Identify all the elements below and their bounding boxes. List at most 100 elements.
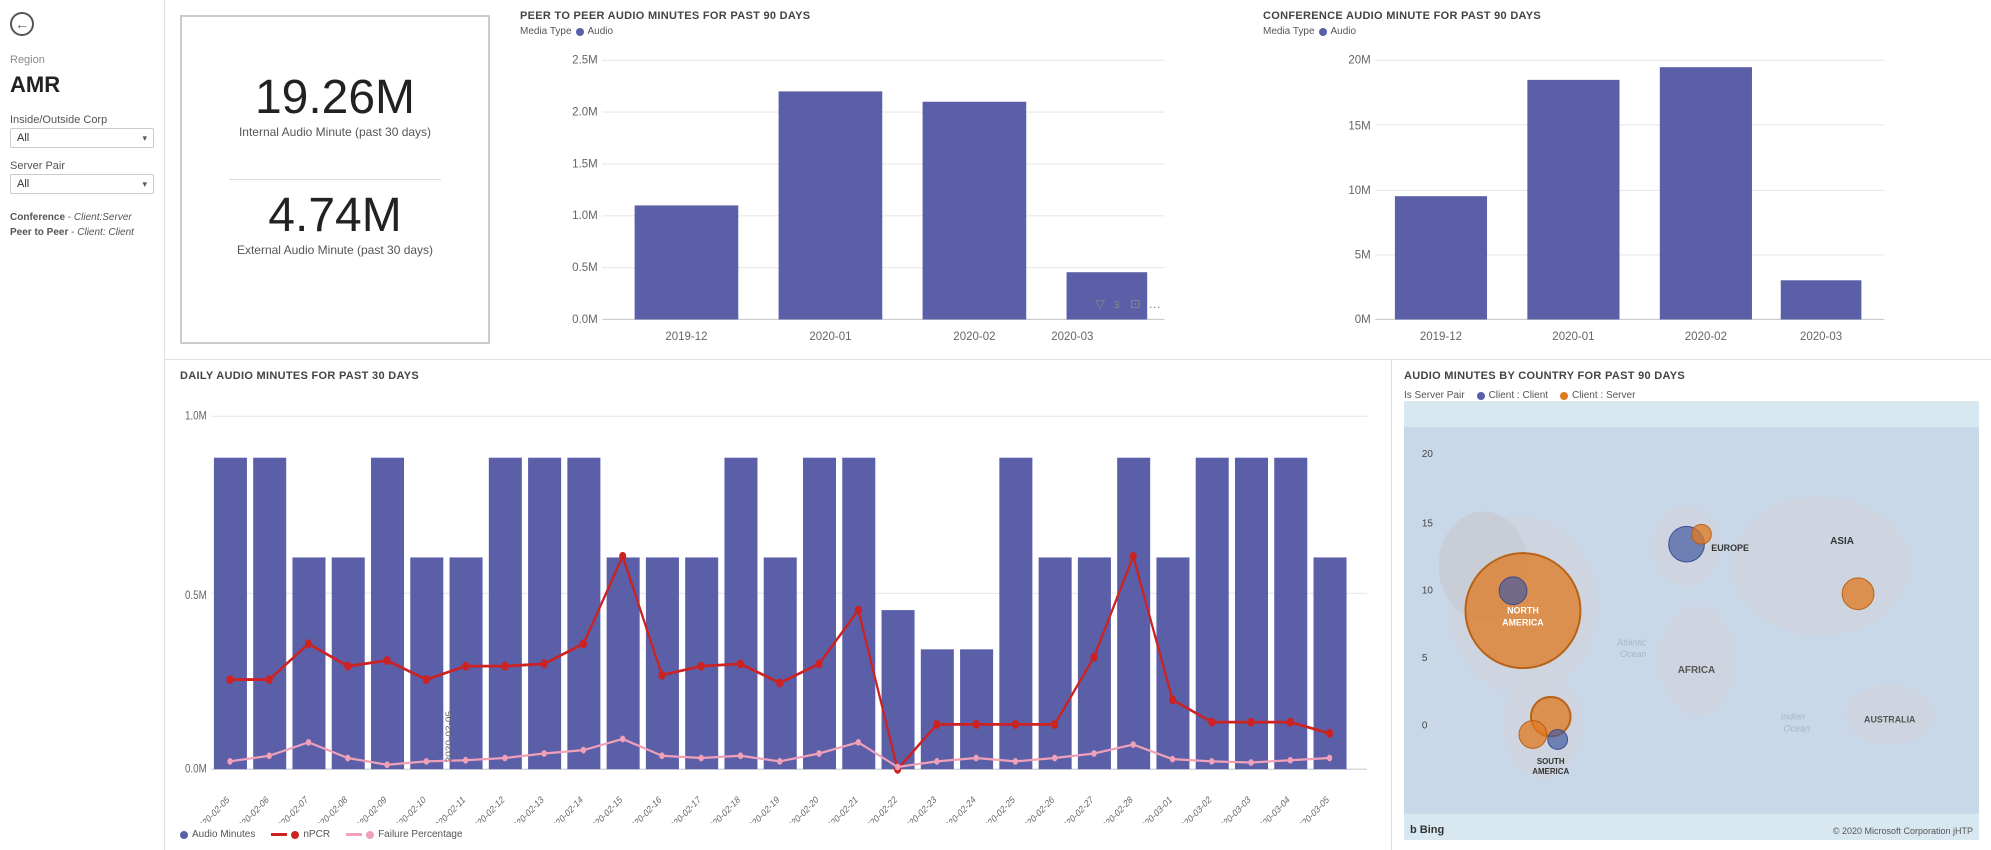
svg-text:AMERICA: AMERICA — [1502, 617, 1544, 627]
svg-text:2020-02-14: 2020-02-14 — [547, 794, 584, 823]
svg-text:0.0M: 0.0M — [572, 314, 598, 326]
svg-text:2020-03-01: 2020-03-01 — [1137, 794, 1174, 823]
conf-media-label: Media Type — [1263, 26, 1315, 37]
kpi-value2: 4.74M — [268, 190, 401, 243]
conference-chart-area: 20M 15M 10M 5M 0M 2019- — [1263, 43, 1976, 354]
daily-bar-9 — [528, 458, 561, 770]
daily-bar-14 — [724, 458, 757, 770]
map-title: AUDIO MINUTES BY COUNTRY FOR PAST 90 DAY… — [1404, 370, 1979, 382]
svg-text:2020-02-05: 2020-02-05 — [444, 711, 453, 763]
svg-text:2020-02-22: 2020-02-22 — [862, 794, 899, 823]
legend-failure-label: Failure Percentage — [378, 829, 463, 840]
bing-copyright: © 2020 Microsoft Corporation jHTP — [1833, 826, 1973, 836]
svg-text:2020-02-12: 2020-02-12 — [469, 794, 506, 823]
asia-bubble — [1842, 578, 1874, 610]
client-server-label: Client : Server — [1572, 390, 1635, 401]
svg-text:2019-12: 2019-12 — [665, 331, 707, 343]
daily-chart-area: 1.0M 0.5M 0.0M — [180, 386, 1376, 823]
daily-bar-15 — [764, 557, 797, 769]
south-america-blue — [1548, 730, 1568, 750]
npcr-dot-2 — [266, 675, 273, 684]
svg-text:2020-02-16: 2020-02-16 — [626, 794, 663, 823]
conf-bar-2020-02 — [1660, 67, 1752, 319]
svg-text:2020-02-08: 2020-02-08 — [312, 794, 349, 823]
peer-dot-icon — [576, 28, 584, 36]
svg-text:Indian: Indian — [1781, 712, 1805, 722]
npcr-dot-1 — [226, 675, 233, 684]
conference-chart-svg: 20M 15M 10M 5M 0M 2019- — [1263, 43, 1976, 354]
peer-media-value: Audio — [588, 26, 614, 37]
peertopeer-legend: Peer to Peer - Client: Client — [10, 225, 154, 240]
back-icon: ← — [10, 12, 34, 36]
kpi-divider — [229, 179, 442, 180]
kpi-label1: Internal Audio Minute (past 30 days) — [239, 125, 431, 139]
svg-text:0.5M: 0.5M — [185, 589, 207, 602]
daily-bar-10 — [567, 458, 600, 770]
client-server-legend: Client : Server — [1560, 390, 1635, 401]
svg-text:2020-03-05: 2020-03-05 — [1294, 794, 1331, 823]
svg-text:2020-02-11: 2020-02-11 — [430, 794, 467, 823]
svg-text:0: 0 — [1422, 721, 1428, 732]
svg-text:2020-02: 2020-02 — [1685, 331, 1727, 343]
svg-text:2020-02-05: 2020-02-05 — [194, 794, 231, 823]
svg-text:2020-02-25: 2020-02-25 — [979, 794, 1016, 823]
map-area: 20 15 10 5 0 — [1404, 401, 1979, 840]
bar-2020-01 — [779, 91, 883, 319]
peer-media-label: Media Type — [520, 26, 572, 37]
svg-text:NORTH: NORTH — [1507, 606, 1539, 616]
failure-dot-icon — [366, 831, 374, 839]
peer-chart-subtitle: Media Type Audio — [520, 26, 1233, 37]
svg-text:15: 15 — [1422, 518, 1434, 529]
svg-text:2020-01: 2020-01 — [809, 331, 851, 343]
client-client-icon — [1477, 392, 1485, 400]
daily-chart-svg: 1.0M 0.5M 0.0M — [180, 386, 1376, 823]
filter2-select[interactable]: All ▾ — [10, 174, 154, 194]
npcr-line-icon — [271, 833, 287, 836]
svg-text:▽: ▽ — [1095, 297, 1105, 311]
daily-bar-24 — [1117, 458, 1150, 770]
sidebar: ← Region AMR Inside/Outside Corp All ▾ S… — [0, 0, 165, 850]
daily-bar-5 — [371, 458, 404, 770]
kpi-card: 19.26M Internal Audio Minute (past 30 da… — [180, 15, 490, 344]
svg-text:2020-02-06: 2020-02-06 — [233, 794, 270, 823]
svg-text:0M: 0M — [1355, 314, 1371, 326]
peer-chart-title: PEER TO PEER AUDIO MINUTES FOR PAST 90 D… — [520, 10, 1233, 22]
back-button[interactable]: ← — [10, 12, 154, 36]
daily-bar-12 — [646, 557, 679, 769]
bing-logo: b Bing — [1410, 824, 1444, 836]
svg-text:…: … — [1148, 297, 1161, 311]
region-label: Region — [10, 54, 154, 66]
daily-bar-6 — [410, 557, 443, 769]
svg-text:AMERICA: AMERICA — [1532, 767, 1569, 776]
filter2-value: All — [17, 178, 29, 190]
svg-text:1.0M: 1.0M — [185, 410, 207, 423]
world-map-svg: 20 15 10 5 0 — [1404, 401, 1979, 840]
svg-text:2020-02-23: 2020-02-23 — [901, 794, 938, 823]
peer-chart-area: 2.5M 2.0M 1.5M 1.0M 0.5M 0.0M — [520, 43, 1233, 354]
svg-text:2020-02-26: 2020-02-26 — [1019, 794, 1056, 823]
svg-text:2020-02-21: 2020-02-21 — [822, 794, 859, 823]
conference-chart-title: CONFERENCE AUDIO MINUTE FOR PAST 90 DAYS — [1263, 10, 1976, 22]
svg-text:⊡: ⊡ — [1130, 297, 1141, 311]
legend-failure: Failure Percentage — [346, 829, 463, 840]
svg-text:1.0M: 1.0M — [572, 210, 598, 222]
svg-text:2020-03-03: 2020-03-03 — [1215, 794, 1252, 823]
conference-legend: Conference - Client:Server — [10, 210, 154, 225]
svg-text:20M: 20M — [1348, 55, 1370, 67]
svg-text:2020-03: 2020-03 — [1800, 331, 1842, 343]
client-client-label: Client : Client — [1489, 390, 1548, 401]
europe-orange-bubble — [1692, 524, 1712, 544]
kpi-label2: External Audio Minute (past 30 days) — [237, 243, 433, 257]
daily-bar-16 — [803, 458, 836, 770]
svg-text:EUROPE: EUROPE — [1711, 543, 1749, 553]
audio-minutes-dot-icon — [180, 831, 188, 839]
server-pair-label: Is Server Pair — [1404, 390, 1465, 401]
daily-chart-container: DAILY AUDIO MINUTES FOR PAST 30 DAYS 1.0… — [165, 360, 1391, 850]
filter1-label: Inside/Outside Corp — [10, 114, 154, 126]
svg-text:2020-02-28: 2020-02-28 — [1097, 794, 1134, 823]
chevron-down-icon-2: ▾ — [142, 179, 147, 190]
conference-chart-container: CONFERENCE AUDIO MINUTE FOR PAST 90 DAYS… — [1248, 0, 1991, 359]
filter1-select[interactable]: All ▾ — [10, 128, 154, 148]
client-client-legend: Client : Client — [1477, 390, 1548, 401]
svg-text:ASIA: ASIA — [1830, 536, 1854, 547]
